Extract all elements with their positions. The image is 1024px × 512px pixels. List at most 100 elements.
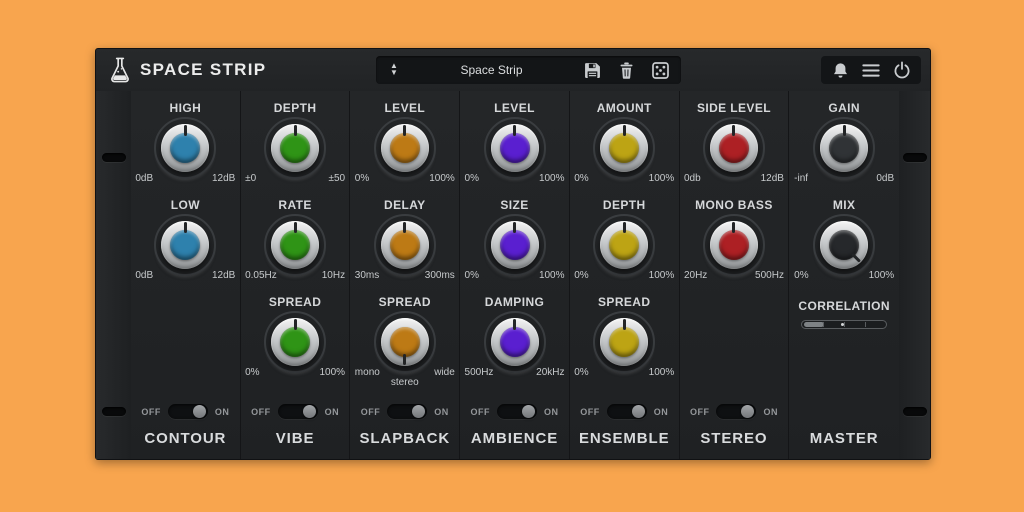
section-column-stereo: SIDE LEVEL0db12dBMONO BASS20Hz500HzOFFON… (680, 91, 790, 459)
high-knob[interactable] (154, 117, 216, 179)
spread-knob[interactable] (374, 311, 436, 373)
rate-knob[interactable] (264, 214, 326, 276)
knob-min-label: 0% (574, 367, 588, 378)
bypass-toggle-row: OFFON (460, 404, 569, 419)
toggle-knob (632, 405, 645, 418)
size-knob[interactable] (484, 214, 546, 276)
knob-min-label: 0db (684, 173, 701, 184)
slapback-delay-knob-block: DELAY30ms300ms (350, 198, 459, 290)
knob-pointer-rotor (161, 221, 209, 269)
knob-min-label: 0% (355, 173, 369, 184)
correlation-tick (823, 322, 824, 327)
ensemble-spread-knob-block: SPREAD0%100% (570, 295, 679, 387)
master-gain-knob-block: GAIN-inf0dB (789, 101, 899, 193)
knob-label: MONO BASS (695, 198, 773, 214)
power-icon (893, 61, 911, 79)
spread-knob[interactable] (264, 311, 326, 373)
knob-pointer (843, 125, 846, 136)
toggle-knob (741, 405, 754, 418)
slapback-bypass-toggle[interactable] (387, 404, 427, 419)
knob-min-label: 0% (245, 367, 259, 378)
section-column-contour: HIGH0dB12dBLOW0dB12dBOFFONCONTOUR (131, 91, 241, 459)
slapback-level-knob-block: LEVEL0%100% (350, 101, 459, 193)
delay-knob[interactable] (374, 214, 436, 276)
level-knob[interactable] (484, 117, 546, 179)
side-level-knob[interactable] (703, 117, 765, 179)
knob-label: HIGH (170, 101, 202, 117)
delete-preset-button[interactable] (617, 61, 635, 79)
low-knob[interactable] (154, 214, 216, 276)
knob-pointer-rotor (491, 124, 539, 172)
ambience-bypass-toggle[interactable] (497, 404, 537, 419)
mono-bass-knob[interactable] (703, 214, 765, 276)
spread-knob[interactable] (593, 311, 655, 373)
knob-pointer-rotor (271, 124, 319, 172)
correlation-meter (801, 320, 887, 329)
knob-label: SIDE LEVEL (697, 101, 771, 117)
bypass-toggle-row: OFFON (241, 404, 350, 419)
menu-button[interactable] (862, 61, 880, 79)
knob-label: DELAY (384, 198, 426, 214)
knob-pointer (623, 125, 626, 136)
dice-icon (652, 62, 669, 79)
knob-center-label: stereo (391, 377, 419, 388)
knob-pointer-rotor (600, 221, 648, 269)
knob-label: SPREAD (379, 295, 431, 311)
spinner-down-icon[interactable]: ▼ (390, 70, 398, 77)
level-knob[interactable] (374, 117, 436, 179)
bypass-toggle-row: OFFON (570, 404, 679, 419)
gain-knob[interactable] (813, 117, 875, 179)
amount-knob[interactable] (593, 117, 655, 179)
toggle-on-label: ON (763, 407, 778, 417)
depth-knob[interactable] (264, 117, 326, 179)
section-column-slapback: LEVEL0%100%DELAY30ms300msSPREADmonowides… (350, 91, 460, 459)
preset-bar: ▲ ▼ Space Strip (376, 56, 681, 84)
hamburger-menu-icon (862, 63, 880, 78)
correlation-tick (844, 322, 845, 327)
knob-pointer-rotor (381, 124, 429, 172)
stereo-mono-bass-knob-block: MONO BASS20Hz500Hz (680, 198, 789, 290)
section-title: ENSEMBLE (570, 430, 679, 447)
preset-spinner[interactable]: ▲ ▼ (376, 63, 412, 77)
section-title: CONTOUR (131, 430, 240, 447)
knob-label: LEVEL (384, 101, 425, 117)
toggle-off-label: OFF (361, 407, 381, 417)
damping-knob[interactable] (484, 311, 546, 373)
section-title: VIBE (241, 430, 350, 447)
ambience-size-knob-block: SIZE0%100% (460, 198, 569, 290)
bypass-toggle-row: OFF ON (350, 404, 459, 419)
section-title: SLAPBACK (350, 430, 459, 447)
toggle-on-label: ON (434, 407, 449, 417)
mix-knob[interactable] (813, 214, 875, 276)
rack-ear-right (898, 91, 930, 459)
contour-bypass-toggle[interactable] (168, 404, 208, 419)
knob-pointer (184, 125, 187, 136)
knob-min-label: 0% (465, 270, 479, 281)
knob-pointer (294, 319, 297, 330)
knob-label: MIX (833, 198, 856, 214)
knob-label: GAIN (828, 101, 860, 117)
save-preset-button[interactable] (583, 61, 601, 79)
stereo-bypass-toggle[interactable] (716, 404, 756, 419)
ensemble-depth-knob-block: DEPTH0%100% (570, 198, 679, 290)
power-button[interactable] (893, 61, 911, 79)
preset-actions (571, 61, 681, 79)
toggle-on-label: ON (544, 407, 559, 417)
knob-label: LOW (171, 198, 200, 214)
vibe-bypass-toggle[interactable] (278, 404, 318, 419)
knob-label: DEPTH (603, 198, 646, 214)
ensemble-bypass-toggle[interactable] (607, 404, 647, 419)
knob-max-label: ±50 (328, 173, 345, 184)
randomize-preset-button[interactable] (651, 61, 669, 79)
depth-knob[interactable] (593, 214, 655, 276)
knob-pointer (294, 125, 297, 136)
bell-icon (832, 62, 849, 79)
knob-pointer-rotor (710, 124, 758, 172)
rack-slot (102, 153, 126, 162)
notifications-button[interactable] (831, 61, 849, 79)
preset-name[interactable]: Space Strip (412, 63, 571, 77)
correlation-tick (865, 322, 866, 327)
plugin-window: SPACE STRIP ▲ ▼ Space Strip (95, 48, 931, 460)
knob-pointer-rotor (271, 318, 319, 366)
knob-pointer-rotor (710, 221, 758, 269)
